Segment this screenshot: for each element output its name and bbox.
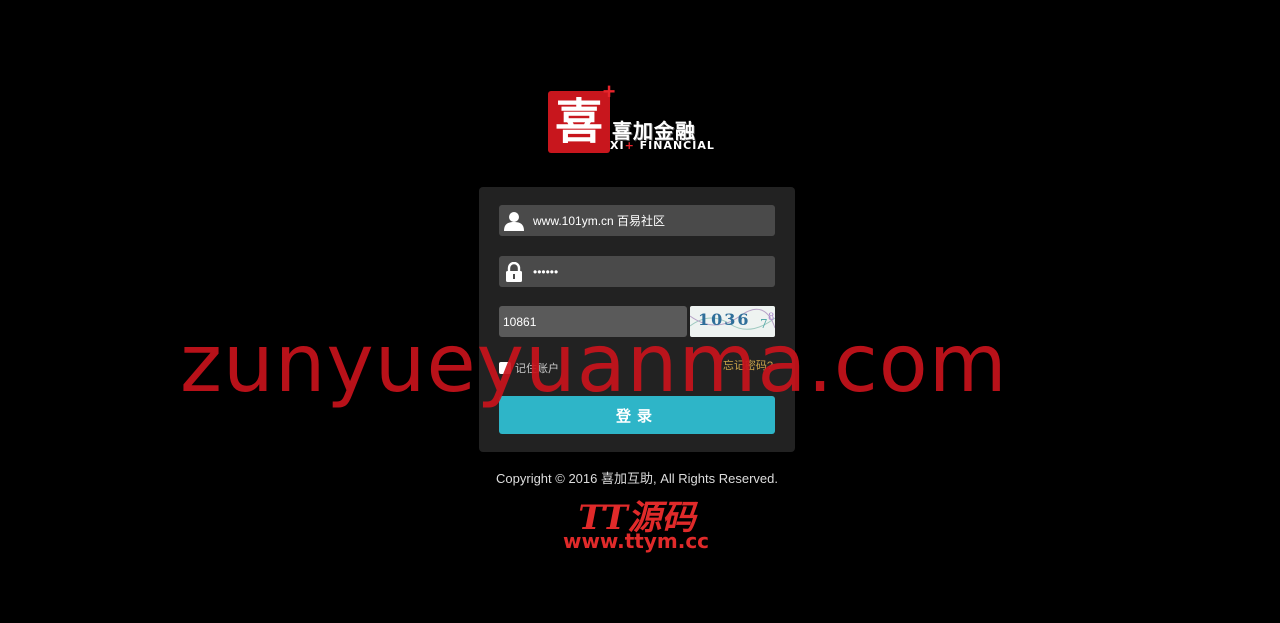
login-button[interactable]: 登录 xyxy=(499,396,775,434)
logo-en-suffix: FINANCIAL xyxy=(634,139,715,152)
password-field xyxy=(499,256,775,287)
captcha-input[interactable] xyxy=(499,306,687,337)
svg-text:8: 8 xyxy=(768,312,774,323)
user-icon xyxy=(499,205,529,236)
login-panel: 7 8 1036 记住账户 忘记密码? 登录 xyxy=(479,187,795,452)
remember-label: 记住账户 xyxy=(515,363,559,375)
password-input[interactable] xyxy=(529,256,775,287)
copyright-text: Copyright © 2016 喜加互助, All Rights Reserv… xyxy=(496,471,778,486)
username-field xyxy=(499,205,775,236)
logo-english-name: XI+ FINANCIAL xyxy=(610,139,715,152)
lock-icon xyxy=(499,256,529,287)
captcha-image[interactable]: 7 8 1036 xyxy=(690,306,775,337)
captcha-text: 1036 xyxy=(698,310,751,329)
watermark-url: www.ttym.cc xyxy=(562,529,710,553)
watermark-logo: TT源码 xyxy=(578,498,696,538)
logo-en-plus: + xyxy=(624,139,635,152)
logo-plus: + xyxy=(602,79,616,104)
forgot-password-link[interactable]: 忘记密码? xyxy=(723,357,773,373)
logo-en-prefix: XI xyxy=(610,139,625,152)
svg-text:7: 7 xyxy=(760,317,768,331)
remember-account[interactable]: 记住账户 xyxy=(499,360,559,376)
captcha-field xyxy=(499,306,687,337)
login-page: 喜 + 喜加金融 XI+ FINANCIAL www.101ym.cn 百易社区… xyxy=(0,0,1280,623)
remember-checkbox[interactable] xyxy=(499,362,511,374)
username-input[interactable] xyxy=(529,205,775,236)
brand-logo: 喜 + 喜加金融 XI+ FINANCIAL xyxy=(548,79,730,159)
